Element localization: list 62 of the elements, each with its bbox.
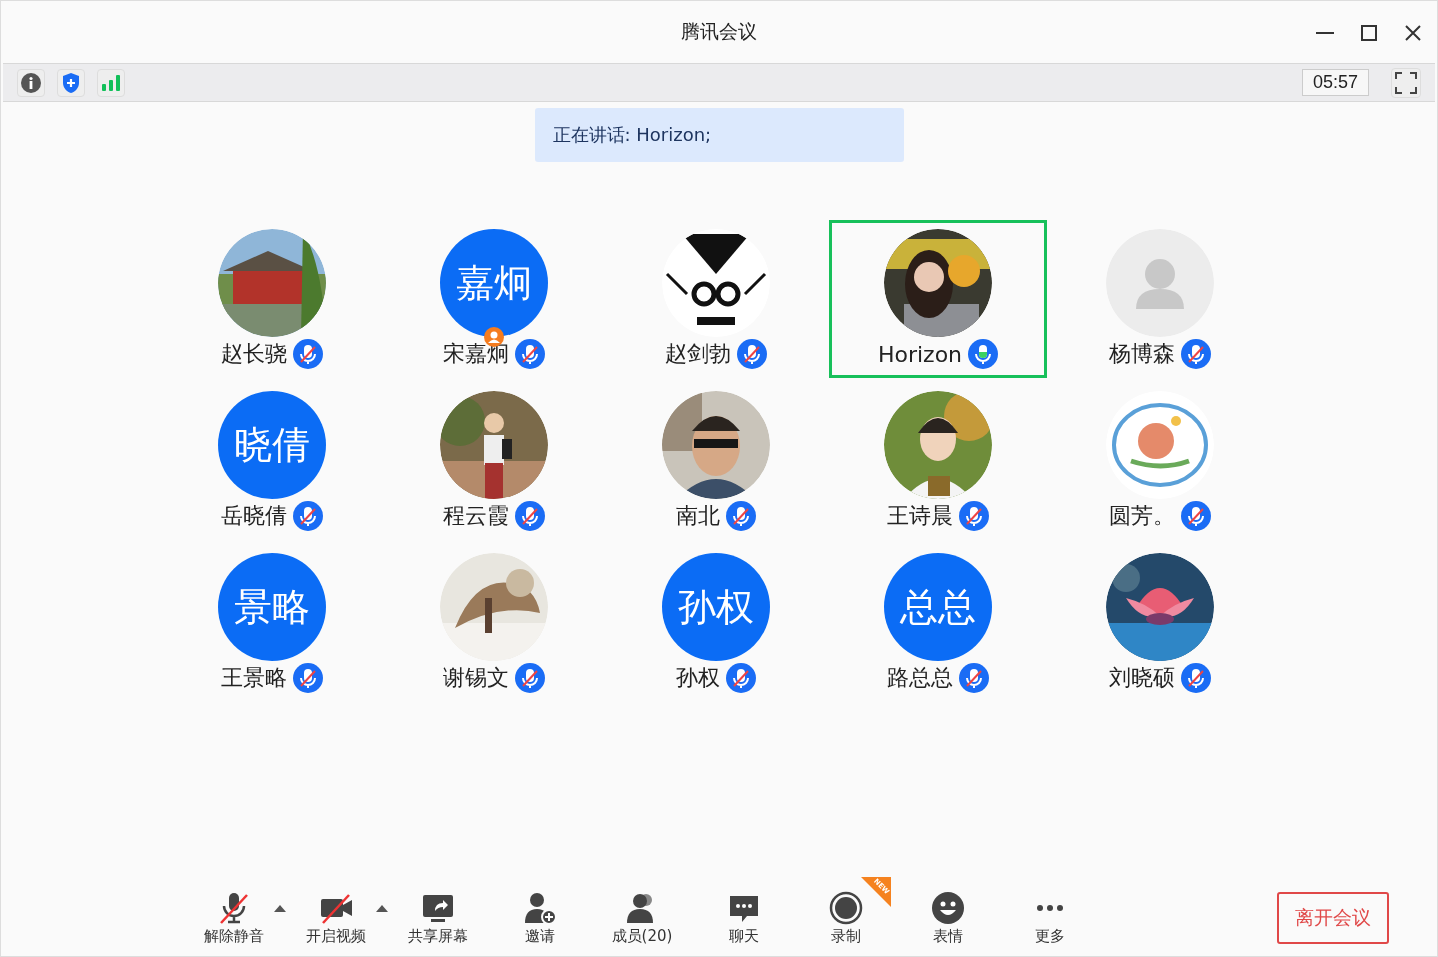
- microphone-icon[interactable]: [959, 663, 989, 693]
- participant-name: 刘晓硕: [1109, 664, 1175, 692]
- microphone-icon[interactable]: [1181, 501, 1211, 531]
- record-icon: [829, 891, 863, 925]
- participant-name: 程云霞: [443, 502, 509, 530]
- microphone-icon[interactable]: [726, 501, 756, 531]
- avatar: 孙权: [662, 553, 770, 661]
- participant-name: 孙权: [676, 664, 720, 692]
- microphone-icon[interactable]: [293, 501, 323, 531]
- microphone-icon: [217, 891, 251, 925]
- more-button[interactable]: 更多: [1007, 891, 1093, 946]
- microphone-icon[interactable]: [968, 339, 999, 369]
- more-icon: [1037, 904, 1063, 912]
- participant-name: 南北: [676, 502, 720, 530]
- participant-name: 赵长骁: [221, 340, 287, 368]
- microphone-icon[interactable]: [1181, 663, 1211, 693]
- caret-icon[interactable]: [273, 903, 287, 913]
- invite-button[interactable]: 邀请: [497, 891, 583, 946]
- avatar: 晓倩: [218, 391, 326, 499]
- participant-name: 岳晓倩: [221, 502, 287, 530]
- mic-button[interactable]: 解除静音: [191, 891, 277, 946]
- caret-icon[interactable]: [375, 903, 389, 913]
- microphone-icon[interactable]: [293, 663, 323, 693]
- participant-name: 王景略: [221, 664, 287, 692]
- leave-meeting-button[interactable]: 离开会议: [1277, 892, 1389, 944]
- add-person-icon: [523, 891, 557, 925]
- signal-icon: [101, 73, 121, 92]
- participant-name: 圆芳。: [1109, 502, 1175, 530]
- participant-name: Horizon: [877, 341, 963, 367]
- microphone-icon[interactable]: [515, 501, 545, 531]
- participant-name: 宋嘉炯: [443, 340, 509, 368]
- video-button[interactable]: 开启视频: [293, 891, 379, 946]
- smiley-icon: [931, 891, 965, 925]
- microphone-icon[interactable]: [1181, 339, 1211, 369]
- microphone-icon[interactable]: [293, 339, 323, 369]
- shield-icon: [61, 71, 81, 94]
- emoji-button[interactable]: 表情: [905, 891, 991, 946]
- participant-name: 杨博森: [1109, 340, 1175, 368]
- share-button[interactable]: 共享屏幕: [395, 891, 481, 946]
- avatar: 嘉炯: [440, 229, 548, 337]
- info-button[interactable]: [17, 68, 45, 97]
- microphone-icon[interactable]: [959, 501, 989, 531]
- chat-button[interactable]: 聊天: [701, 891, 787, 946]
- window-title: 腾讯会议: [681, 19, 757, 44]
- participant-name: 谢锡文: [443, 664, 509, 692]
- meeting-timer: 05:57: [1301, 69, 1369, 96]
- microphone-icon[interactable]: [737, 339, 767, 369]
- participant-name: 路总总: [887, 664, 953, 692]
- microphone-icon[interactable]: [515, 339, 545, 369]
- avatar: 总总: [884, 553, 992, 661]
- fullscreen-button[interactable]: [1391, 67, 1421, 98]
- fullscreen-icon: [1395, 71, 1417, 94]
- info-icon: [21, 72, 41, 93]
- speaking-banner: 正在讲话: Horizon;: [534, 108, 904, 162]
- microphone-icon[interactable]: [726, 663, 756, 693]
- members-button[interactable]: 成员(20): [599, 891, 685, 946]
- avatar-placeholder-icon: [1106, 229, 1214, 337]
- participant-name: 赵剑勃: [665, 340, 731, 368]
- avatar: 景略: [218, 553, 326, 661]
- participant-name: 王诗晨: [887, 502, 953, 530]
- security-button[interactable]: [57, 68, 85, 97]
- microphone-icon[interactable]: [515, 663, 545, 693]
